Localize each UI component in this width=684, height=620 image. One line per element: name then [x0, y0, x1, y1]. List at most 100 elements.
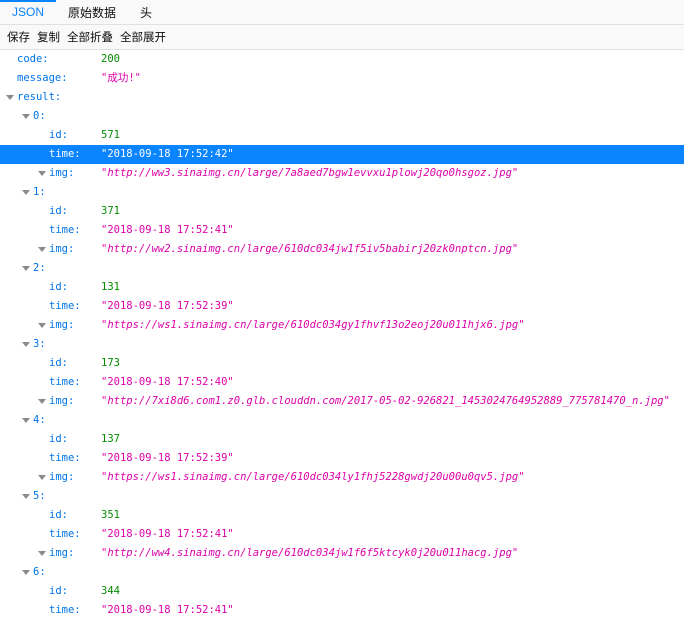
tree-row-id[interactable]: id: 173 — [0, 354, 684, 373]
expand-all-button[interactable]: 全部展开 — [117, 27, 169, 47]
key-label: time: — [49, 376, 81, 388]
value-url: "http://7xi8d6.com1.z0.glb.clouddn.com/2… — [101, 395, 670, 407]
tree-row-img[interactable]: img: "http://ww2.sinaimg.cn/large/610dc03… — [0, 240, 684, 259]
tree-row-item[interactable]: 0: — [0, 107, 684, 126]
key-label: time: — [49, 604, 81, 616]
key-label: img: — [49, 547, 75, 559]
expand-triangle-icon[interactable] — [38, 323, 46, 328]
tree-row-img[interactable]: img: "http://ww4.sinaimg.cn/large/610dc03… — [0, 544, 684, 563]
expand-triangle-icon[interactable] — [38, 475, 46, 480]
tree-row-item[interactable]: 5: — [0, 487, 684, 506]
expand-triangle-icon[interactable] — [38, 171, 46, 176]
tree-row-item[interactable]: 1: — [0, 183, 684, 202]
key-label: id: — [49, 509, 68, 521]
key-label: img: — [49, 167, 75, 179]
key-label: time: — [49, 452, 81, 464]
value-string: "2018-09-18 17:52:41" — [101, 604, 234, 616]
tree-row-img[interactable]: img: "http://7xi8d6.com1.z0.glb.clouddn.c… — [0, 392, 684, 411]
tab-json[interactable]: JSON — [0, 0, 57, 24]
value-number: 137 — [101, 433, 120, 445]
tree-row-time[interactable]: time: "2018-09-18 17:52:42" — [0, 145, 684, 164]
value-string: "2018-09-18 17:52:41" — [101, 528, 234, 540]
value-number: 571 — [101, 129, 120, 141]
tree-row-id[interactable]: id: 344 — [0, 582, 684, 601]
key-label: id: — [49, 585, 68, 597]
value-url: "http://ww2.sinaimg.cn/large/610dc034jw1… — [101, 243, 519, 255]
key-label: 4: — [33, 414, 46, 426]
tree-row-id[interactable]: id: 571 — [0, 126, 684, 145]
value-url: "http://ww4.sinaimg.cn/large/610dc034jw1… — [101, 547, 519, 559]
expand-triangle-icon[interactable] — [22, 570, 30, 575]
key-label: 6: — [33, 566, 46, 578]
key-label: message: — [17, 72, 68, 84]
tree-row-id[interactable]: id: 371 — [0, 202, 684, 221]
tree-row-id[interactable]: id: 351 — [0, 506, 684, 525]
expand-triangle-icon[interactable] — [22, 114, 30, 119]
tree-row-result[interactable]: result: — [0, 88, 684, 107]
tree-row-item[interactable]: 6: — [0, 563, 684, 582]
key-label: 1: — [33, 186, 46, 198]
value-url: "https://ws1.sinaimg.cn/large/610dc034ly… — [101, 471, 525, 483]
tree-row-img[interactable]: img: "https://ws1.sinaimg.cn/large/610dc0… — [0, 468, 684, 487]
copy-button[interactable]: 复制 — [34, 27, 63, 47]
key-label: id: — [49, 129, 68, 141]
expand-triangle-icon[interactable] — [22, 418, 30, 423]
tree-row-time[interactable]: time: "2018-09-18 17:52:41" — [0, 601, 684, 620]
key-label: id: — [49, 357, 68, 369]
expand-triangle-icon[interactable] — [38, 247, 46, 252]
tree-row-message[interactable]: message: "成功!" — [0, 69, 684, 88]
collapse-all-button[interactable]: 全部折叠 — [64, 27, 116, 47]
key-label: id: — [49, 205, 68, 217]
expand-triangle-icon[interactable] — [38, 551, 46, 556]
key-label: img: — [49, 395, 75, 407]
tree-row-item[interactable]: 4: — [0, 411, 684, 430]
key-label: img: — [49, 243, 75, 255]
value-string: "2018-09-18 17:52:39" — [101, 452, 234, 464]
value-number: 173 — [101, 357, 120, 369]
expand-triangle-icon[interactable] — [6, 95, 14, 100]
key-label: id: — [49, 281, 68, 293]
expand-triangle-icon[interactable] — [22, 342, 30, 347]
tree-row-item[interactable]: 3: — [0, 335, 684, 354]
value-number: 344 — [101, 585, 120, 597]
value-number: 200 — [101, 53, 120, 65]
value-string: "成功!" — [101, 72, 141, 84]
key-label: code: — [17, 53, 49, 65]
tree-row-time[interactable]: time: "2018-09-18 17:52:39" — [0, 449, 684, 468]
json-toolbar: 保存 复制 全部折叠 全部展开 — [0, 25, 684, 50]
tree-row-id[interactable]: id: 137 — [0, 430, 684, 449]
key-label: img: — [49, 319, 75, 331]
tab-raw-data[interactable]: 原始数据 — [56, 0, 128, 24]
key-label: 2: — [33, 262, 46, 274]
tree-row-time[interactable]: time: "2018-09-18 17:52:40" — [0, 373, 684, 392]
value-string: "2018-09-18 17:52:40" — [101, 376, 234, 388]
tab-headers[interactable]: 头 — [128, 0, 164, 24]
tree-row-time[interactable]: time: "2018-09-18 17:52:41" — [0, 221, 684, 240]
tree-row-item[interactable]: 2: — [0, 259, 684, 278]
key-label: time: — [49, 148, 81, 160]
key-label: time: — [49, 224, 81, 236]
key-label: 3: — [33, 338, 46, 350]
tree-row-time[interactable]: time: "2018-09-18 17:52:41" — [0, 525, 684, 544]
value-number: 131 — [101, 281, 120, 293]
key-label: id: — [49, 433, 68, 445]
key-label: img: — [49, 471, 75, 483]
tree-row-code[interactable]: code: 200 — [0, 50, 684, 69]
json-tree: code: 200 message: "成功!" result: 0: id: 57… — [0, 50, 684, 620]
expand-triangle-icon[interactable] — [22, 190, 30, 195]
save-button[interactable]: 保存 — [4, 27, 33, 47]
key-label: result: — [17, 91, 62, 103]
key-label: 5: — [33, 490, 46, 502]
tree-row-time[interactable]: time: "2018-09-18 17:52:39" — [0, 297, 684, 316]
tree-row-img[interactable]: img: "http://ww3.sinaimg.cn/large/7a8aed7… — [0, 164, 684, 183]
expand-triangle-icon[interactable] — [38, 399, 46, 404]
key-label: time: — [49, 528, 81, 540]
tree-row-id[interactable]: id: 131 — [0, 278, 684, 297]
expand-triangle-icon[interactable] — [22, 266, 30, 271]
value-number: 371 — [101, 205, 120, 217]
expand-triangle-icon[interactable] — [22, 494, 30, 499]
tree-row-img[interactable]: img: "https://ws1.sinaimg.cn/large/610dc0… — [0, 316, 684, 335]
key-label: time: — [49, 300, 81, 312]
value-number: 351 — [101, 509, 120, 521]
value-string: "2018-09-18 17:52:39" — [101, 300, 234, 312]
